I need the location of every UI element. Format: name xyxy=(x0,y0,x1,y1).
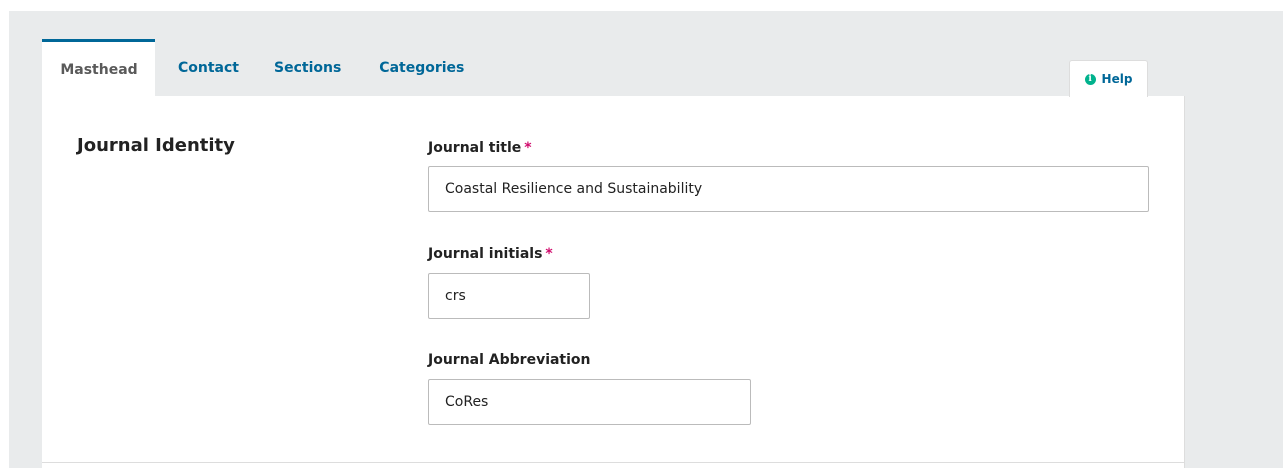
info-icon: i xyxy=(1084,73,1096,85)
section-title: Journal Identity xyxy=(77,135,235,156)
journal-initials-input[interactable]: crs xyxy=(428,273,590,319)
journal-title-label: Journal title * xyxy=(428,140,532,156)
required-mark: * xyxy=(524,140,532,156)
settings-tabs: Masthead Contact Sections Categories xyxy=(42,39,464,97)
tab-categories[interactable]: Categories xyxy=(379,39,464,97)
journal-initials-label: Journal initials * xyxy=(428,246,553,262)
help-button[interactable]: i Help xyxy=(1069,60,1148,97)
journal-title-input[interactable]: Coastal Resilience and Sustainability xyxy=(428,166,1149,212)
panel-divider xyxy=(42,462,1185,463)
required-mark: * xyxy=(545,246,553,262)
journal-initials-label-text: Journal initials xyxy=(428,246,543,262)
tab-contact[interactable]: Contact xyxy=(178,39,239,97)
help-label: Help xyxy=(1101,72,1133,86)
journal-abbreviation-label: Journal Abbreviation xyxy=(428,352,591,368)
journal-abbreviation-input[interactable]: CoRes xyxy=(428,379,751,425)
tab-masthead[interactable]: Masthead xyxy=(42,39,155,97)
tab-sections[interactable]: Sections xyxy=(274,39,341,97)
journal-title-label-text: Journal title xyxy=(428,140,522,156)
